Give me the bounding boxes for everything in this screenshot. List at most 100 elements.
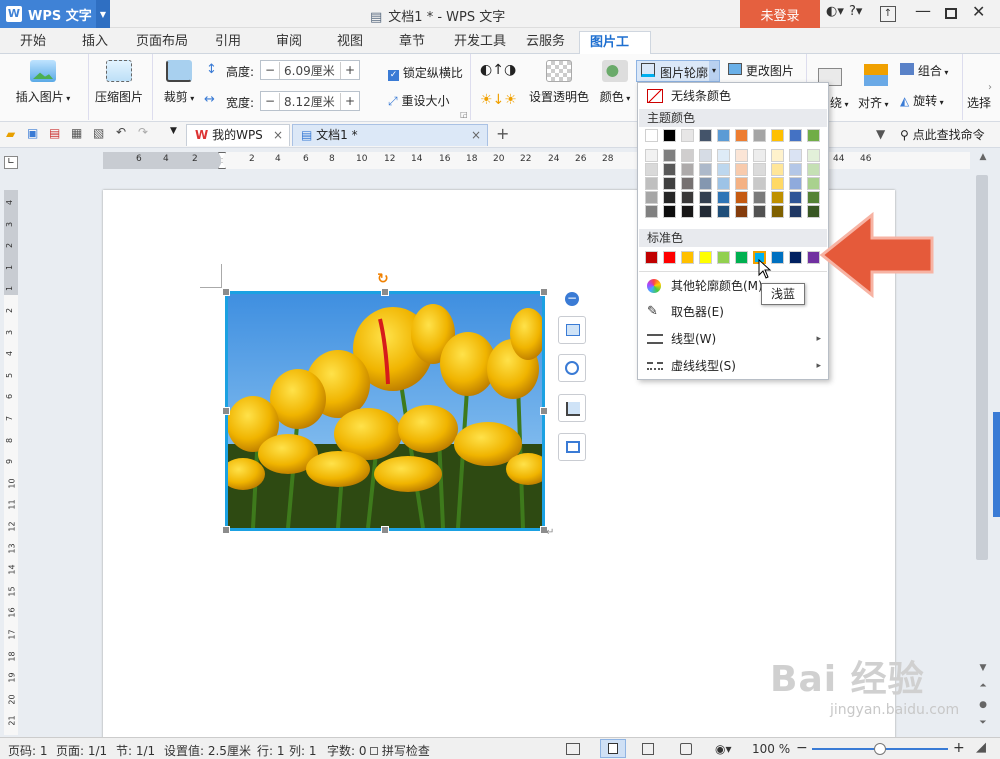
theme-color-swatch[interactable] [681,149,694,162]
selected-picture[interactable] [221,288,550,534]
theme-color-swatch[interactable] [807,163,820,176]
theme-color-swatch[interactable] [735,163,748,176]
theme-color-swatch[interactable] [717,177,730,190]
width-increment[interactable]: + [341,94,359,108]
eye-protection-icon[interactable]: ◉▾ [715,742,732,756]
theme-color-swatch[interactable] [699,163,712,176]
height-increment[interactable]: + [341,63,359,77]
standard-color-swatch[interactable] [645,251,658,264]
outline-view-icon[interactable] [642,743,654,755]
theme-color-swatch[interactable] [807,205,820,218]
theme-color-swatch[interactable] [681,129,694,142]
theme-color-swatch[interactable] [681,205,694,218]
tab-home[interactable]: 开始 [10,31,56,54]
theme-color-swatch[interactable] [717,163,730,176]
theme-color-swatch[interactable] [645,205,658,218]
standard-color-swatch[interactable] [699,251,712,264]
theme-color-swatch[interactable] [699,191,712,204]
ribbon-scroll-right-icon[interactable]: › [988,82,992,93]
tab-insert[interactable]: 插入 [72,31,118,54]
line-style-item[interactable]: 线型(W) ▸ [639,326,827,352]
redo-icon[interactable]: ↷ [138,125,148,139]
theme-color-swatch[interactable] [717,205,730,218]
vertical-ruler[interactable]: 4 3 2 1 1 2 3 4 5 6 7 8 9 10 11 12 13 14 15 16 17 18 19 20 21 [4,190,18,735]
theme-color-swatch[interactable] [645,163,658,176]
zoom-in-icon[interactable]: + [953,740,965,756]
theme-color-swatch[interactable] [771,149,784,162]
lock-ratio-checkbox[interactable]: ✓ 锁定纵横比 [388,64,463,81]
standard-color-swatch[interactable] [717,251,730,264]
theme-color-swatch[interactable] [699,205,712,218]
theme-color-swatch[interactable] [789,163,802,176]
theme-color-swatch[interactable] [645,149,658,162]
theme-color-swatch[interactable] [771,205,784,218]
select-button[interactable]: 选择 [967,94,991,111]
reset-size-button[interactable]: ⤢ 重设大小 [388,92,449,109]
theme-color-swatch[interactable] [789,191,802,204]
width-input[interactable]: −8.12厘米 + [260,91,360,111]
no-line-color-item[interactable]: 无线条颜色 [639,83,827,109]
zoom-out-icon[interactable]: − [796,740,808,756]
tab-chapter[interactable]: 章节 [389,31,435,54]
rotate-handle-icon[interactable]: ↻ [377,271,389,287]
theme-color-swatch[interactable] [735,149,748,162]
tab-document1[interactable]: ▤ 文档1 * × [292,124,488,146]
theme-color-swatch[interactable] [663,177,676,190]
help-icon[interactable]: ?▾ [849,4,862,19]
command-icon[interactable]: ▼ [876,127,885,141]
zoom-slider-knob[interactable] [874,743,886,755]
standard-color-swatch[interactable] [807,251,820,264]
command-search[interactable]: ⚲ 点此查找命令 [900,126,985,143]
collapse-float-toolbar-icon[interactable]: − [565,292,579,306]
theme-color-swatch[interactable] [663,205,676,218]
vertical-scrollbar[interactable]: ▲ ▼ ⏶ ● ⏷ [973,150,993,737]
close-tab-icon[interactable]: × [471,125,481,146]
theme-color-swatch[interactable] [753,205,766,218]
theme-color-swatch[interactable] [735,129,748,142]
app-menu-arrow-icon[interactable]: ▼ [96,0,110,28]
theme-color-swatch[interactable] [753,129,766,142]
theme-color-swatch[interactable] [717,191,730,204]
customize-toolbar-icon[interactable]: ▼ [170,126,177,136]
maximize-icon[interactable] [945,8,957,19]
tab-page-layout[interactable]: 页面布局 [126,31,198,54]
color-button[interactable]: 颜色 ▾ [596,58,634,105]
tab-cloud[interactable]: 云服务 [516,31,575,54]
zoom-picture-button[interactable] [558,354,586,382]
tab-view[interactable]: 视图 [327,31,373,54]
undo-icon[interactable]: ↶ [116,125,126,139]
crop-float-button[interactable] [558,394,586,422]
app-menu-button[interactable]: W WPS 文字 ▼ [0,0,110,28]
theme-color-swatch[interactable] [663,163,676,176]
insert-picture-button[interactable]: 插入图片 ▾ [12,58,74,105]
horizontal-ruler[interactable]: 6 4 2 2 4 6 8 10 12 14 16 18 20 22 24 26 28 44 46 [103,152,970,169]
resize-handle-right[interactable] [540,407,548,415]
page-view-button[interactable] [600,739,626,758]
theme-color-swatch[interactable] [771,163,784,176]
tab-my-wps[interactable]: W 我的WPS × [186,124,290,146]
close-tab-icon[interactable]: × [273,125,283,146]
resize-handle-bottom-left[interactable] [222,526,230,534]
open-folder-icon[interactable]: ▰ [6,127,15,141]
theme-color-swatch[interactable] [735,177,748,190]
width-value[interactable]: 8.12厘米 [279,92,341,110]
wrap-text-button[interactable]: 绕 ▾ [830,94,849,111]
rotate-button[interactable]: ◭ 旋转 ▾ [900,92,944,109]
set-transparent-button[interactable]: 设置透明色 [528,58,590,105]
resize-handle-top-right[interactable] [540,288,548,296]
theme-color-swatch[interactable] [753,191,766,204]
status-word-count[interactable]: 字数: 0 [327,742,367,759]
theme-color-swatch[interactable] [663,129,676,142]
theme-color-swatch[interactable] [663,191,676,204]
theme-color-swatch[interactable] [645,177,658,190]
border-float-button[interactable] [558,433,586,461]
theme-color-swatch[interactable] [789,177,802,190]
scroll-thumb[interactable] [976,175,988,560]
crop-button[interactable]: 裁剪 ▾ [160,58,198,105]
height-decrement[interactable]: − [261,63,279,77]
theme-color-swatch[interactable] [681,177,694,190]
tab-developer[interactable]: 开发工具 [444,31,516,54]
standard-color-swatch[interactable] [789,251,802,264]
zoom-level[interactable]: 100 % [752,742,790,756]
theme-color-swatch[interactable] [771,129,784,142]
